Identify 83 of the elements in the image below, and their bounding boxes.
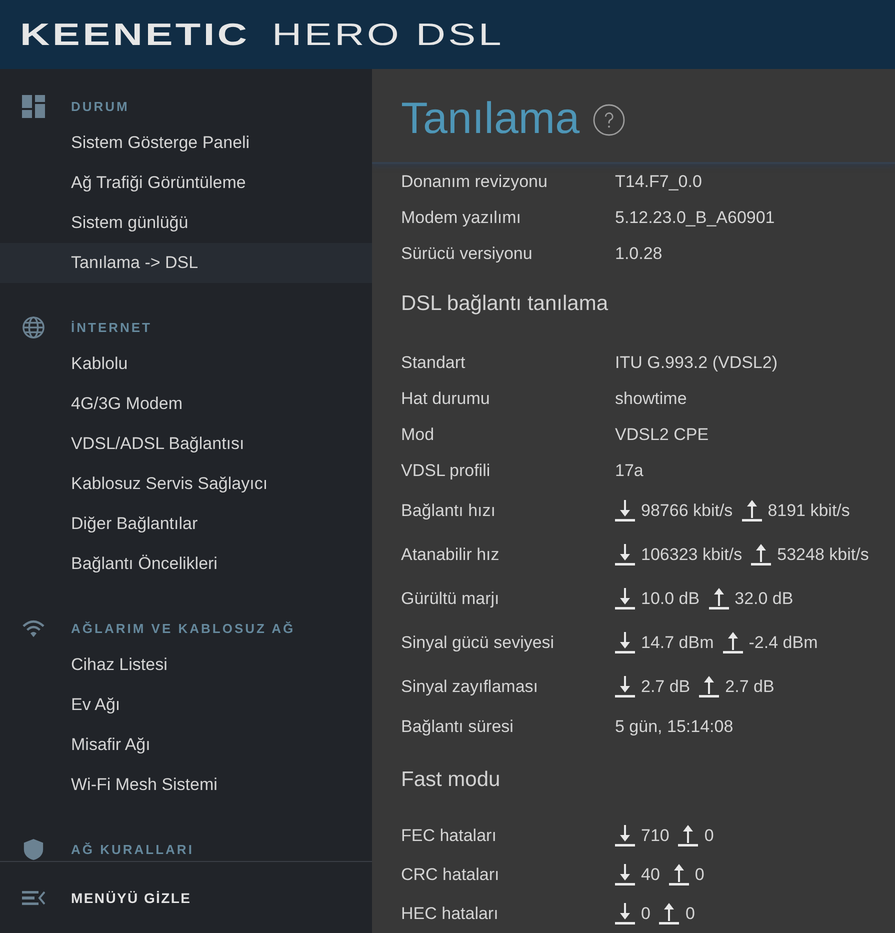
field-value: 8191 kbit/s <box>768 501 850 521</box>
field-label: Modem yazılımı <box>401 208 522 228</box>
field-value: T14.F7_0.0 <box>615 172 702 192</box>
field-value: 0 <box>704 826 714 846</box>
arrow-down-icon <box>615 676 635 698</box>
field-value: ITU G.993.2 (VDSL2) <box>615 353 778 373</box>
field-value: 5.12.23.0_B_A60901 <box>615 208 775 228</box>
field-label: Sürücü versiyonu <box>401 244 534 264</box>
field-label: Donanım revizyonu <box>401 172 548 192</box>
arrow-up-icon <box>742 500 762 522</box>
menu-item[interactable]: Kablolu <box>71 344 128 384</box>
field-label: HEC hataları <box>401 904 500 924</box>
arrow-down-icon <box>615 864 635 886</box>
field-value: 40 <box>641 864 660 884</box>
arrow-up-icon <box>722 632 743 654</box>
section-heading: DURUM <box>71 98 130 114</box>
menu-item[interactable]: VDSL/ADSL Bağlantısı <box>71 424 244 464</box>
field-value: 53248 kbit/s <box>777 545 869 565</box>
menu-item[interactable]: Cihaz Listesi <box>71 645 168 685</box>
menu-item[interactable]: Kablosuz Servis Sağlayıcı <box>71 464 268 504</box>
field-label: Gürültü marjı <box>401 589 500 609</box>
field-value: 2.7 dB <box>725 677 774 697</box>
section-heading: Fast modu <box>401 767 502 793</box>
menu-item[interactable]: 4G/3G Modem <box>71 384 182 424</box>
menu-item[interactable]: Misafir Ağı <box>71 725 150 765</box>
field-label: Bağlantı hızı <box>401 501 497 521</box>
arrow-down-icon <box>615 544 635 566</box>
arrow-up-icon <box>659 902 680 924</box>
field-label: Atanabilir hız <box>401 545 500 565</box>
field-value: showtime <box>615 389 687 409</box>
section-heading: AĞ KURALLARI <box>71 842 194 856</box>
arrow-up-icon <box>668 864 689 886</box>
field-label: FEC hataları <box>401 826 498 846</box>
field-value: 0 <box>641 904 650 924</box>
page-title: Tanılama <box>401 93 580 145</box>
dashboard-icon <box>22 94 45 118</box>
section-heading: İNTERNET <box>71 320 152 334</box>
menu-item[interactable]: Sistem günlüğü <box>71 203 188 243</box>
product-logo: KEENETIC HERO DSL <box>20 19 504 50</box>
collapse-menu-icon <box>22 890 45 904</box>
field-label: Sinyal gücü seviyesi <box>401 633 556 653</box>
menu-item[interactable]: Ev Ağı <box>71 685 120 725</box>
section-heading: DSL bağlantı tanılama <box>401 291 610 317</box>
globe-icon <box>22 316 45 338</box>
menu-item[interactable]: Sistem Gösterge Paneli <box>71 123 250 163</box>
field-label: Bağlantı süresi <box>401 717 514 737</box>
field-label: VDSL profili <box>401 461 492 481</box>
field-value: 0 <box>694 864 704 884</box>
field-value: 710 <box>641 826 670 846</box>
field-value: 32.0 dB <box>734 589 794 609</box>
arrow-down-icon <box>615 632 635 654</box>
arrow-down-icon <box>615 902 635 924</box>
arrow-down-icon <box>615 824 635 846</box>
menu-item[interactable]: Bağlantı Öncelikleri <box>71 544 218 584</box>
field-value: 2.7 dB <box>641 677 690 697</box>
arrow-up-icon <box>678 824 698 846</box>
field-label: Standart <box>401 353 466 373</box>
menu-item[interactable]: Ağ Trafiği Görüntüleme <box>71 163 246 203</box>
field-label: Hat durumu <box>401 389 491 409</box>
arrow-down-icon <box>615 588 635 610</box>
menu-item[interactable]: Diğer Bağlantılar <box>71 504 198 544</box>
field-label: CRC hataları <box>401 864 500 884</box>
shield-icon <box>22 838 45 860</box>
field-value: 14.7 dBm <box>641 633 714 653</box>
field-value: 5 gün, 15:14:08 <box>615 717 734 737</box>
field-value: 98766 kbit/s <box>641 501 733 521</box>
arrow-up-icon <box>751 544 772 566</box>
field-label: Sinyal zayıflaması <box>401 677 539 697</box>
menu-item[interactable]: Wi-Fi Mesh Sistemi <box>71 765 218 805</box>
field-value: 1.0.28 <box>615 244 662 264</box>
help-icon[interactable] <box>592 104 625 136</box>
arrow-up-icon <box>699 676 720 698</box>
field-value: -2.4 dBm <box>748 633 818 653</box>
field-value: 106323 kbit/s <box>641 545 742 565</box>
field-value: 0 <box>685 904 695 924</box>
section-heading: AĞLARIM VE KABLOSUZ AĞ <box>71 620 296 636</box>
field-value: 10.0 dB <box>641 589 700 609</box>
field-value: VDSL2 CPE <box>615 425 709 445</box>
menu-item[interactable]: Tanılama -> DSL <box>0 243 372 283</box>
field-value: 17a <box>615 461 644 481</box>
field-label: Mod <box>401 425 436 445</box>
arrow-down-icon <box>615 500 635 522</box>
arrow-up-icon <box>708 588 729 610</box>
